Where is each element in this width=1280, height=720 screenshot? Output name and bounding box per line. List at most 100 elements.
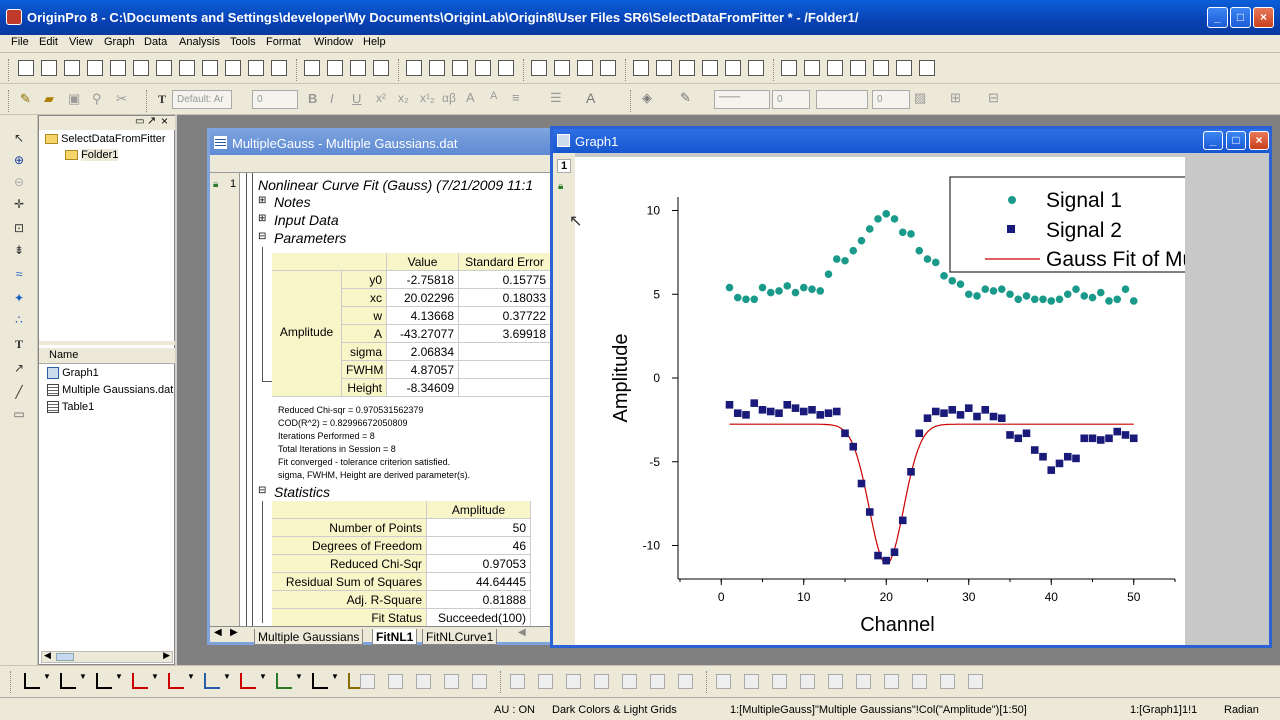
toolbar-button-icon[interactable]: [873, 60, 889, 76]
scroll-right-icon[interactable]: ▶: [163, 650, 170, 661]
layout-button-icon[interactable]: [566, 674, 581, 689]
section-input-data[interactable]: Input Data: [274, 212, 339, 228]
layout-button-icon[interactable]: [800, 674, 815, 689]
subscript-button[interactable]: x₂: [398, 91, 409, 105]
line-style-combo[interactable]: ───: [714, 90, 770, 109]
toolbar-button-icon[interactable]: [804, 60, 820, 76]
list-icon[interactable]: ☰: [550, 90, 562, 106]
layout-button-icon[interactable]: [772, 674, 787, 689]
data-selector-icon[interactable]: ⇟: [11, 243, 27, 257]
underline-button[interactable]: U: [352, 91, 361, 106]
menu-help[interactable]: Help: [363, 36, 386, 48]
tab-multiple-gaussians[interactable]: Multiple Gaussians: [254, 629, 364, 645]
graph-type-button-icon[interactable]: [240, 673, 256, 689]
layout-button-icon[interactable]: [472, 674, 487, 689]
toolbar-button-icon[interactable]: [304, 60, 320, 76]
menu-edit[interactable]: Edit: [39, 36, 58, 48]
dropdown-arrow-icon[interactable]: ▼: [223, 672, 231, 681]
graph-type-button-icon[interactable]: [312, 673, 328, 689]
list-item[interactable]: Table1: [47, 401, 94, 414]
layout-button-icon[interactable]: [678, 674, 693, 689]
expand-input-icon[interactable]: ⊞: [258, 213, 266, 224]
layout-button-icon[interactable]: [416, 674, 431, 689]
layout-button-icon[interactable]: [510, 674, 525, 689]
tab-fitnlcurve1[interactable]: FitNLCurve1: [422, 629, 498, 645]
superscript-button[interactable]: x²: [376, 91, 386, 105]
line-tool-icon[interactable]: ╱: [11, 385, 27, 399]
toolbar-button-icon[interactable]: [156, 60, 172, 76]
menu-tools[interactable]: Tools: [230, 36, 256, 48]
collapse-stats-icon[interactable]: ⊟: [258, 485, 266, 496]
dropdown-arrow-icon[interactable]: ▼: [295, 672, 303, 681]
tab-next-icon[interactable]: ▶: [230, 627, 238, 638]
toolbar-button-icon[interactable]: [406, 60, 422, 76]
tree-folder1[interactable]: Folder1: [65, 149, 119, 161]
supsub-button[interactable]: x¹₂: [420, 91, 435, 105]
toolbar-button-icon[interactable]: [179, 60, 195, 76]
tab-fitnl1[interactable]: FitNL1: [372, 629, 418, 645]
menu-view[interactable]: View: [69, 36, 93, 48]
font-size-combo[interactable]: 0: [252, 90, 298, 109]
toolbar-button-icon[interactable]: [452, 60, 468, 76]
dropdown-arrow-icon[interactable]: ▼: [115, 672, 123, 681]
layout-button-icon[interactable]: [622, 674, 637, 689]
layout-button-icon[interactable]: [538, 674, 553, 689]
menu-format[interactable]: Format: [266, 36, 301, 48]
layout-button-icon[interactable]: [884, 674, 899, 689]
toolbar-button-icon[interactable]: [781, 60, 797, 76]
open-folder-icon[interactable]: ▰: [44, 91, 54, 107]
toolbar-button-icon[interactable]: [656, 60, 672, 76]
layer-1-button[interactable]: 1: [557, 159, 571, 173]
toolbar-button-icon[interactable]: [600, 60, 616, 76]
toolbar-button-icon[interactable]: [679, 60, 695, 76]
explorer-close-icon[interactable]: ×: [161, 114, 168, 128]
toolbar-button-icon[interactable]: [110, 60, 126, 76]
rectangle-tool-icon[interactable]: ▭: [11, 407, 27, 421]
tab-prev-icon[interactable]: ◀: [214, 627, 222, 638]
bold-button[interactable]: B: [308, 91, 317, 106]
explorer-hscrollbar[interactable]: ◀ ▶: [41, 650, 173, 663]
toolbar-button-icon[interactable]: [248, 60, 264, 76]
explorer-minimize-icon[interactable]: ▭: [135, 116, 144, 127]
layout-button-icon[interactable]: [828, 674, 843, 689]
dropdown-arrow-icon[interactable]: ▼: [151, 672, 159, 681]
dropdown-arrow-icon[interactable]: ▼: [331, 672, 339, 681]
list-item[interactable]: Graph1: [47, 367, 99, 380]
graph-type-button-icon[interactable]: [96, 673, 112, 689]
zoom-in-icon[interactable]: ⊕: [11, 153, 27, 167]
layout-button-icon[interactable]: [650, 674, 665, 689]
close-button[interactable]: ×: [1253, 7, 1274, 28]
section-parameters[interactable]: Parameters: [274, 230, 346, 246]
increase-font-button[interactable]: A: [466, 90, 475, 105]
regional-mask-icon[interactable]: ✦: [11, 291, 27, 305]
explorer-pin-icon[interactable]: ↗: [147, 114, 156, 127]
minimize-button[interactable]: _: [1207, 7, 1228, 28]
graph-titlebar[interactable]: Graph1 _ □ ×: [553, 129, 1269, 153]
toolbar-button-icon[interactable]: [225, 60, 241, 76]
tree-root[interactable]: SelectDataFromFitter: [45, 133, 166, 145]
graph-minimize-button[interactable]: _: [1203, 131, 1223, 150]
menu-analysis[interactable]: Analysis: [179, 36, 220, 48]
graph-type-button-icon[interactable]: [204, 673, 220, 689]
line-width-combo[interactable]: 0: [772, 90, 810, 109]
layer-lock-icon[interactable]: 🔒︎: [558, 181, 563, 192]
toolbar-button-icon[interactable]: [633, 60, 649, 76]
layout-button-icon[interactable]: [716, 674, 731, 689]
pin-icon[interactable]: ⚲: [92, 91, 102, 107]
layout-button-icon[interactable]: [594, 674, 609, 689]
workbook-titlebar[interactable]: MultipleGauss - Multiple Gaussians.dat: [210, 131, 551, 155]
toolbar-button-icon[interactable]: [373, 60, 389, 76]
graph-type-button-icon[interactable]: [168, 673, 184, 689]
toolbar-button-icon[interactable]: [350, 60, 366, 76]
expand-notes-icon[interactable]: ⊞: [258, 195, 266, 206]
tab-scroll-left-icon[interactable]: ◀: [518, 627, 526, 638]
dropdown-arrow-icon[interactable]: ▼: [43, 672, 51, 681]
toolbar-button-icon[interactable]: [133, 60, 149, 76]
layout-button-icon[interactable]: [968, 674, 983, 689]
toolbar-button-icon[interactable]: [64, 60, 80, 76]
list-header-name[interactable]: Name: [39, 348, 175, 364]
data-reader-icon[interactable]: ⊡: [11, 221, 27, 235]
text-tool-icon[interactable]: T: [11, 337, 27, 351]
align-icon[interactable]: ≡: [512, 90, 520, 105]
toolbar-button-icon[interactable]: [919, 60, 935, 76]
